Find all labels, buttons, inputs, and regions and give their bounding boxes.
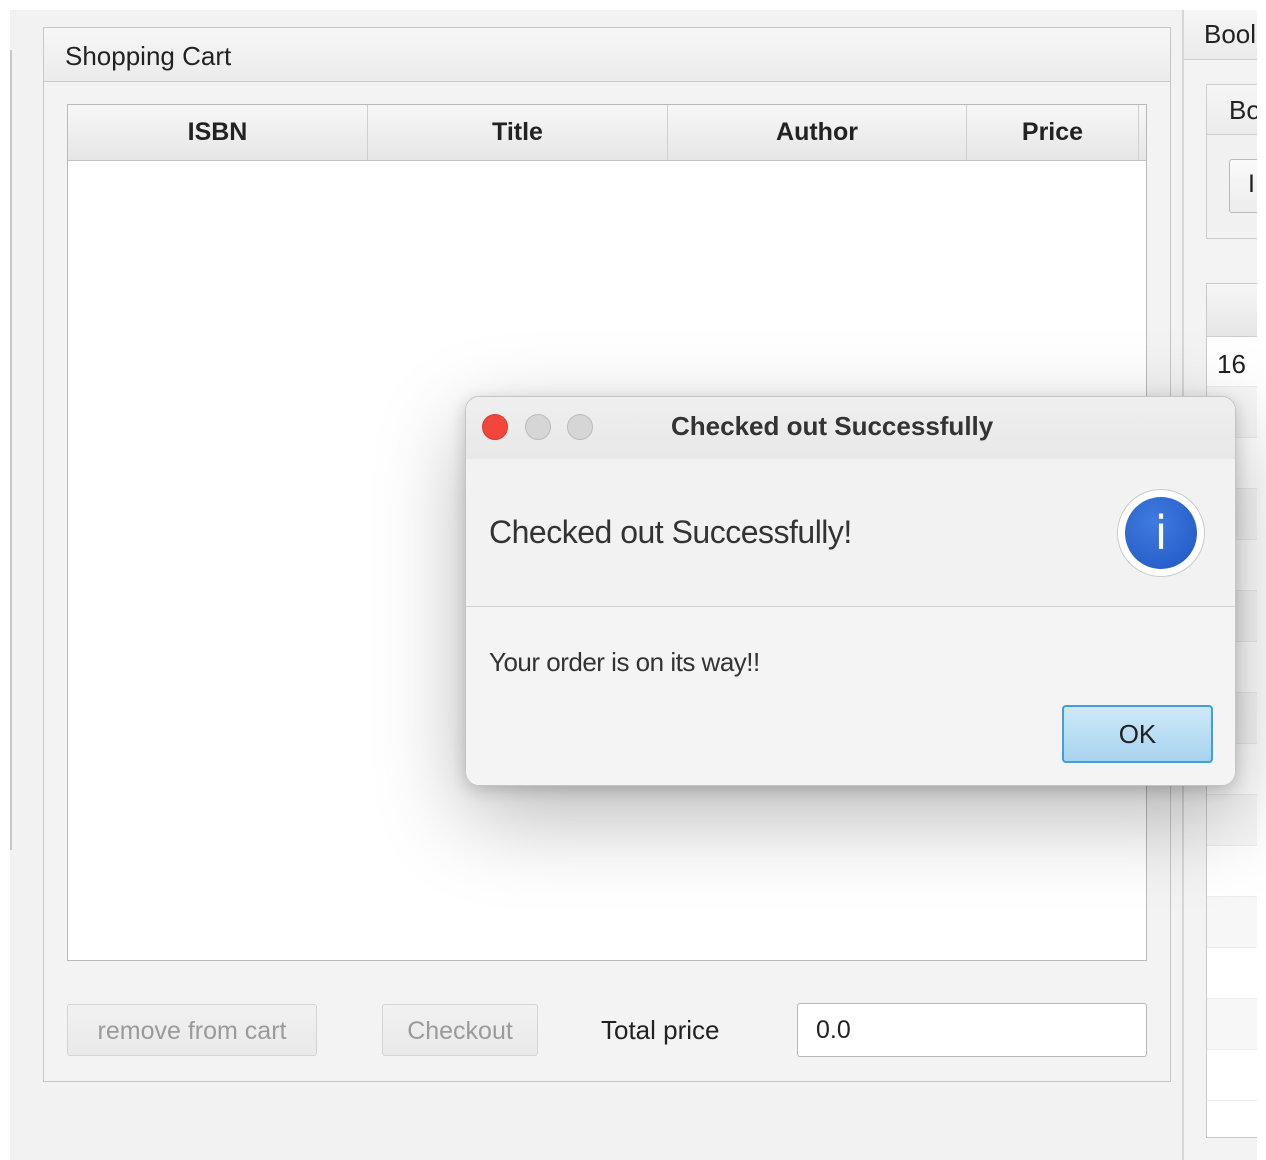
checkout-success-dialog: Checked out Successfully Checked out Suc… <box>465 396 1236 786</box>
table-row[interactable]: 16 <box>1207 336 1257 387</box>
dialog-title: Checked out Successfully <box>671 411 994 441</box>
books-search-title: Bo <box>1229 95 1257 125</box>
table-row[interactable] <box>1207 948 1257 999</box>
books-panel-header: Bool <box>1184 10 1257 60</box>
books-search-header: Bo <box>1207 85 1257 135</box>
ok-button[interactable]: OK <box>1062 705 1213 763</box>
total-price-label: Total price <box>601 1015 720 1045</box>
table-row[interactable] <box>1207 795 1257 846</box>
dialog-header: Checked out Successfully! i <box>466 459 1235 607</box>
column-header-isbn[interactable]: ISBN <box>68 105 368 160</box>
window-edge <box>10 50 12 850</box>
books-search-control[interactable]: I <box>1229 159 1257 213</box>
books-table-header <box>1207 284 1257 337</box>
dialog-header-text: Checked out Successfully! <box>489 514 852 550</box>
dialog-titlebar[interactable]: Checked out Successfully <box>466 397 1235 460</box>
close-window-icon[interactable] <box>482 414 508 440</box>
checkout-button[interactable]: Checkout <box>382 1004 538 1056</box>
books-panel-title: Bool <box>1204 19 1257 49</box>
books-search-control-label: I <box>1248 170 1255 198</box>
table-row[interactable] <box>1207 897 1257 948</box>
cart-actions-bar: remove from cart Checkout Total price <box>44 1003 1170 1059</box>
column-header-price[interactable]: Price <box>967 105 1139 160</box>
table-row[interactable] <box>1207 1050 1257 1101</box>
info-icon-glyph: i <box>1125 497 1197 569</box>
shopping-cart-header: Shopping Cart <box>44 28 1170 82</box>
table-row[interactable] <box>1207 846 1257 897</box>
column-header-title[interactable]: Title <box>368 105 668 160</box>
table-row[interactable] <box>1207 999 1257 1050</box>
info-icon: i <box>1117 489 1205 577</box>
minimize-window-icon[interactable] <box>525 414 551 440</box>
books-search-group: Bo I <box>1206 84 1257 239</box>
remove-from-cart-button[interactable]: remove from cart <box>67 1004 317 1056</box>
total-price-field[interactable] <box>797 1003 1147 1057</box>
shopping-cart-title: Shopping Cart <box>65 41 232 71</box>
dialog-message: Your order is on its way!! <box>489 647 760 677</box>
column-header-author[interactable]: Author <box>668 105 967 160</box>
maximize-window-icon[interactable] <box>567 414 593 440</box>
cart-table-header: ISBN Title Author Price <box>68 105 1146 161</box>
table-cell: 16 <box>1217 349 1246 379</box>
